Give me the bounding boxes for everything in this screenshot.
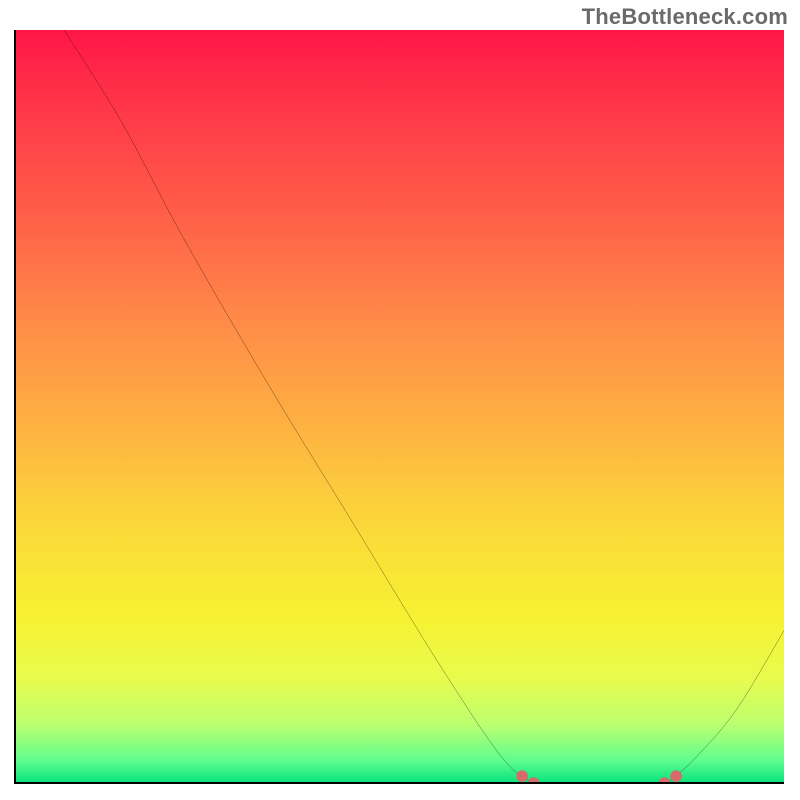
chart-container: TheBottleneck.com (0, 0, 800, 800)
watermark-text: TheBottleneck.com (582, 4, 788, 30)
plot-area (14, 30, 784, 784)
background-gradient (14, 30, 784, 784)
plot-inner (14, 30, 784, 784)
